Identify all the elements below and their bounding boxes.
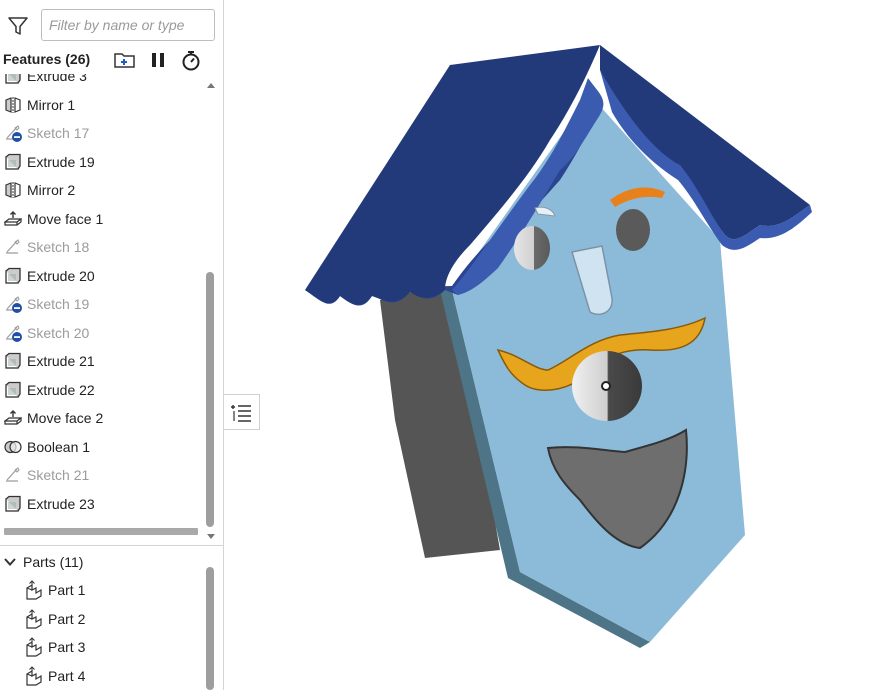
extrude-icon <box>5 495 21 512</box>
pause-icon[interactable] <box>146 49 170 71</box>
stopwatch-icon[interactable] <box>179 49 203 71</box>
part-icon <box>26 665 42 686</box>
sketch-icon <box>6 467 20 482</box>
feature-item[interactable]: Extrude 21 <box>0 347 200 375</box>
parts-header[interactable]: Parts (11) <box>0 548 206 576</box>
part-item[interactable]: Part 2 <box>0 605 200 633</box>
part-label: Part 4 <box>48 667 86 684</box>
feature-label: Move face 2 <box>27 410 104 426</box>
feature-item[interactable]: Mirror 1 <box>0 91 200 119</box>
eye-left[interactable] <box>514 226 550 270</box>
feature-label: Extrude 22 <box>27 381 95 398</box>
feature-label: Extrude 20 <box>27 267 95 284</box>
sketch-error-icon <box>6 296 22 313</box>
part-item[interactable]: Part 1 <box>0 576 200 604</box>
feature-item[interactable]: Mirror 2 <box>0 176 200 204</box>
feature-item[interactable]: Extrude 19 <box>0 148 200 176</box>
feature-label: Sketch 20 <box>27 324 90 341</box>
feature-label: Boolean 1 <box>27 438 91 455</box>
feature-item[interactable]: Move face 2 <box>0 404 200 432</box>
feature-list: Extrude 3 Mirror 1 Sketch 17 Extrude 19 Mirr… <box>0 74 206 524</box>
filter-row <box>0 0 224 44</box>
feature-item[interactable]: Extrude 3 <box>0 74 200 90</box>
mouth-center[interactable] <box>601 381 611 391</box>
features-header: Features (26) <box>0 46 224 74</box>
extrude-icon <box>5 267 21 284</box>
part-item[interactable]: Part 4 <box>0 662 200 690</box>
boolean-icon <box>4 440 22 453</box>
part-icon <box>26 580 42 600</box>
feature-item[interactable]: Boolean 1 <box>0 433 200 461</box>
feature-label: Sketch 18 <box>27 239 90 255</box>
feature-item[interactable]: Sketch 20 <box>0 319 200 347</box>
part-icon <box>26 637 42 657</box>
sketch-icon <box>6 239 20 254</box>
extrude-icon <box>5 74 21 84</box>
panel-divider <box>0 545 224 546</box>
extrude-icon <box>5 153 21 170</box>
feature-item[interactable]: Extrude 20 <box>0 262 200 290</box>
feature-item[interactable]: Extrude 22 <box>0 376 200 404</box>
feature-label: Extrude 19 <box>27 153 95 170</box>
extrude-icon <box>5 352 21 369</box>
feature-label: Extrude 3 <box>27 74 87 84</box>
extrude-icon <box>5 381 21 398</box>
feature-item[interactable]: Sketch 19 <box>0 290 200 318</box>
sketch-error-icon <box>6 125 22 142</box>
feature-item[interactable]: Sketch 21 <box>0 461 200 489</box>
feature-label: Mirror 1 <box>27 96 76 113</box>
mirror-icon <box>5 96 21 113</box>
features-title: Features (26) <box>3 51 91 67</box>
feature-label: Mirror 2 <box>27 182 76 198</box>
feature-item[interactable]: Move face 1 <box>0 205 200 233</box>
feature-list-horizontal-scrollbar[interactable] <box>4 528 198 535</box>
feature-label: Extrude 21 <box>27 353 95 369</box>
part-icon <box>26 608 42 629</box>
feature-label: Sketch 19 <box>27 296 90 312</box>
add-folder-icon[interactable] <box>113 49 137 71</box>
feature-label: Extrude 23 <box>27 495 95 512</box>
3d-viewport[interactable] <box>225 0 896 690</box>
move-face-icon <box>4 210 22 226</box>
feature-list-scroll-thumb[interactable] <box>206 272 214 527</box>
move-face-icon <box>4 410 22 425</box>
feature-list-panel: Features (26) Extrude 3 Mirror 1 Sketch 17… <box>0 0 224 690</box>
filter-input[interactable] <box>41 9 215 41</box>
part-label: Part 3 <box>48 639 86 655</box>
eye-right[interactable] <box>616 209 650 251</box>
feature-item[interactable]: Sketch 17 <box>0 119 200 147</box>
filter-funnel-icon[interactable] <box>6 14 30 38</box>
chevron-down-icon[interactable] <box>4 557 16 567</box>
part-label: Part 2 <box>48 610 86 627</box>
feature-label: Move face 1 <box>27 210 104 227</box>
feature-label: Sketch 21 <box>27 467 90 483</box>
feature-label: Sketch 17 <box>27 125 90 141</box>
birdhouse-model[interactable] <box>305 45 812 648</box>
parts-list-scroll-thumb[interactable] <box>206 567 214 690</box>
mirror-icon <box>5 182 21 198</box>
part-item[interactable]: Part 3 <box>0 633 200 661</box>
feature-item[interactable]: Sketch 18 <box>0 233 200 261</box>
part-label: Part 1 <box>48 582 86 598</box>
parts-title: Parts (11) <box>23 554 84 570</box>
sketch-error-icon <box>6 324 22 342</box>
feature-item[interactable]: Extrude 23 <box>0 490 200 518</box>
